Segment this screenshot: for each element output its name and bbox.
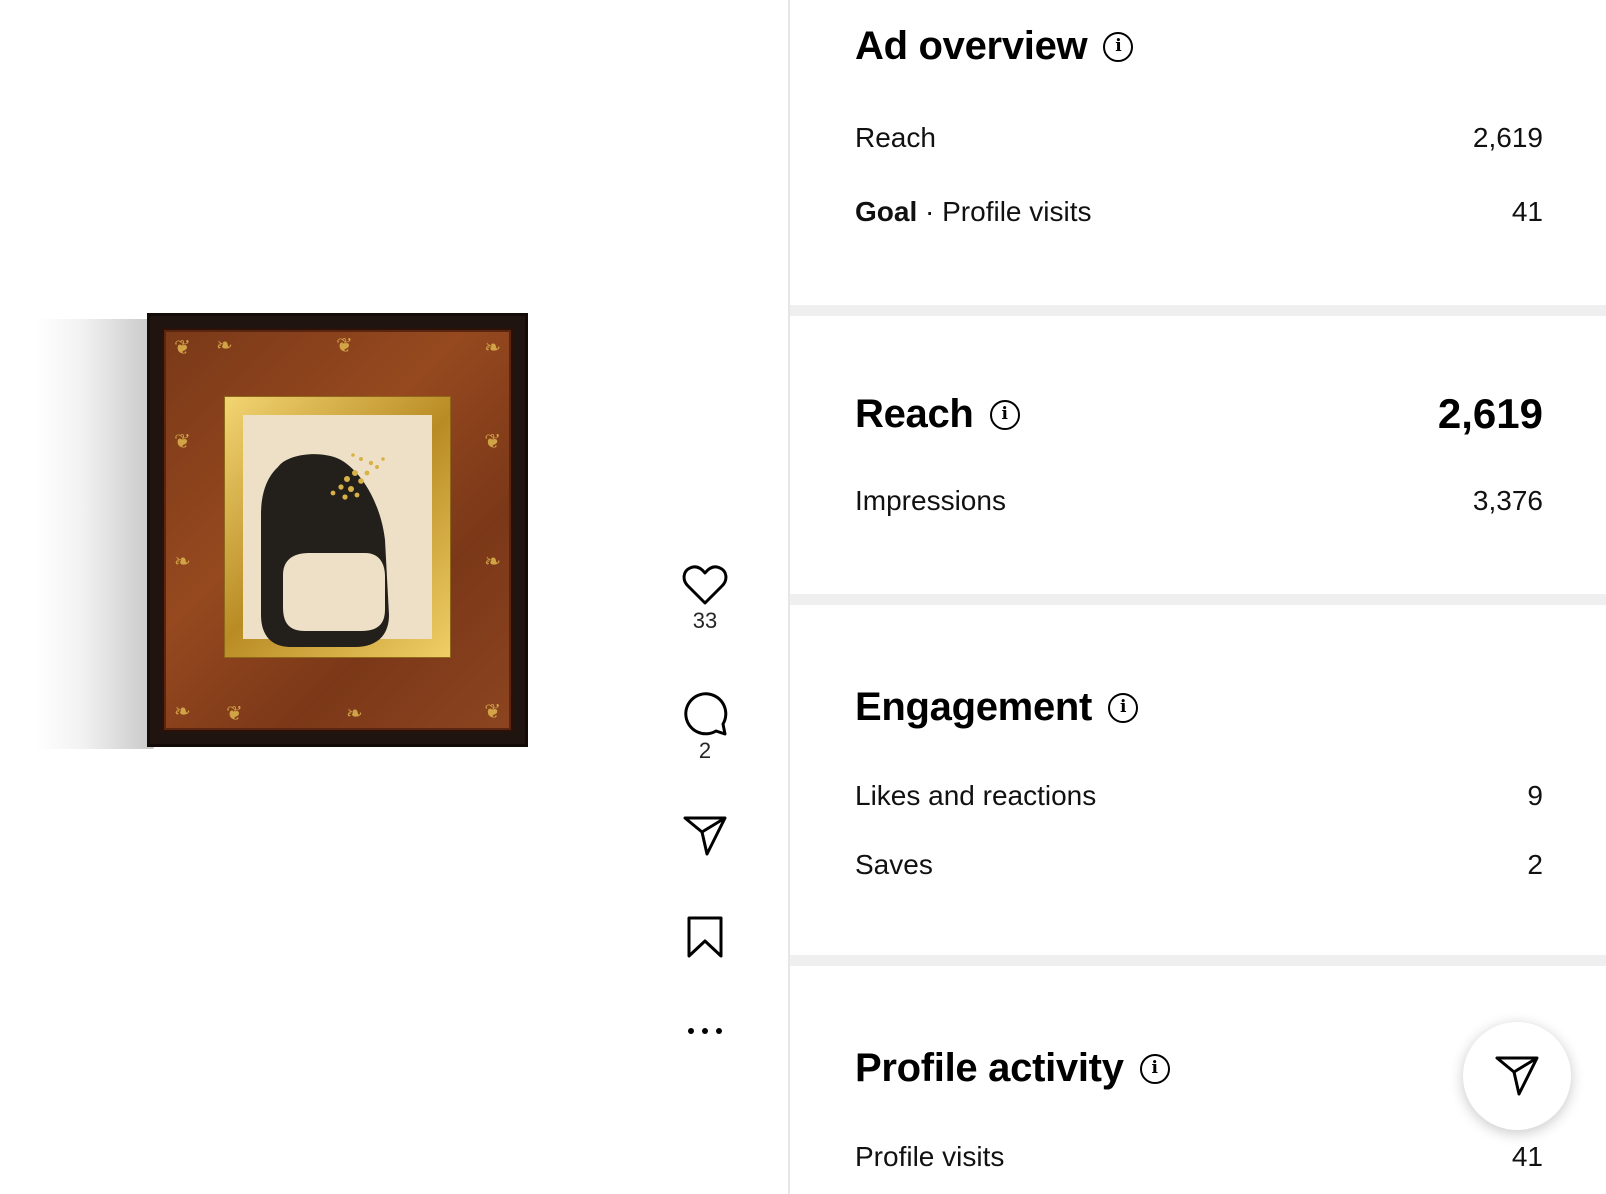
frame-ornament: ❦ — [174, 431, 191, 453]
ad-overview-section: Ad overview i Reach 2,619 Goal · Profile… — [790, 0, 1606, 305]
frame-ornament: ❦ — [484, 701, 501, 723]
frame-ornament: ❧ — [174, 701, 191, 723]
like-count: 33 — [692, 608, 718, 633]
comment-icon[interactable] — [660, 690, 750, 736]
goal-row: Goal · Profile visits 41 — [855, 196, 1543, 228]
section-title: Reach i — [855, 392, 1020, 437]
metric-value: 41 — [1511, 1141, 1543, 1172]
post-media-pane: ❦ ❧ ❦ ❧ ❦ ❧ ❦ ❧ ❧ ❦ ❧ ❦ 33 2 — [0, 0, 788, 1194]
metric-value: 2 — [1527, 849, 1543, 880]
section-divider — [790, 955, 1606, 966]
profile-visits-row: Profile visits 41 — [855, 1141, 1543, 1173]
paper-plane-icon — [1494, 1054, 1540, 1098]
post-image[interactable]: ❦ ❧ ❦ ❧ ❦ ❧ ❦ ❧ ❧ ❦ ❧ ❦ — [34, 313, 530, 751]
metric-value: 9 — [1527, 780, 1543, 811]
like-action[interactable]: 33 — [660, 564, 750, 634]
info-icon[interactable]: i — [1108, 692, 1139, 723]
frame-ornament: ❧ — [174, 551, 191, 573]
likes-row: Likes and reactions 9 — [855, 780, 1543, 812]
frame-wood-border: ❦ ❧ ❦ ❧ ❦ ❧ ❦ ❧ ❧ ❦ ❧ ❦ — [166, 332, 509, 728]
metric-value: 2,619 — [1472, 122, 1543, 153]
paper-plane-icon[interactable] — [660, 814, 750, 858]
more-icon[interactable] — [660, 1024, 750, 1038]
abstract-shape — [261, 453, 389, 647]
metric-value: 3,376 — [1472, 485, 1543, 516]
frame-ornament: ❦ — [336, 335, 353, 357]
saves-row: Saves 2 — [855, 849, 1543, 881]
share-action[interactable] — [660, 814, 750, 858]
metric-label: Impressions — [855, 485, 1006, 516]
metric-label: Reach — [855, 122, 936, 153]
info-icon[interactable]: i — [1139, 1053, 1170, 1084]
info-icon[interactable]: i — [989, 399, 1020, 430]
comment-action[interactable]: 2 — [660, 690, 750, 764]
metric-label: Likes and reactions — [855, 780, 1097, 811]
section-title: Engagement i — [855, 685, 1139, 730]
frame-ornament: ❧ — [216, 335, 233, 357]
engagement-section: Engagement i Likes and reactions 9 Saves… — [790, 605, 1606, 955]
artwork-canvas — [243, 415, 432, 647]
frame-ornament: ❦ — [484, 431, 501, 453]
comment-count: 2 — [698, 738, 712, 763]
impressions-row: Impressions 3,376 — [855, 485, 1543, 517]
section-divider — [790, 305, 1606, 316]
ad-insights-pane: Ad overview i Reach 2,619 Goal · Profile… — [790, 0, 1606, 1194]
bookmark-icon[interactable] — [660, 916, 750, 958]
info-icon[interactable]: i — [1103, 31, 1134, 62]
metric-label: Saves — [855, 849, 933, 880]
more-options-action[interactable] — [660, 1024, 750, 1038]
metric-value: 41 — [1511, 196, 1543, 227]
frame-ornament: ❧ — [484, 551, 501, 573]
section-title: Profile activity i — [855, 1046, 1170, 1091]
frame-ornament: ❦ — [226, 703, 243, 725]
frame-ornament: ❧ — [346, 703, 363, 725]
reach-section: Reach i 2,619 Impressions 3,376 — [790, 316, 1606, 594]
inner-gold-frame — [224, 396, 451, 658]
reach-row: Reach 2,619 — [855, 122, 1543, 154]
section-title: Ad overview i — [855, 24, 1134, 69]
frame-ornament: ❦ — [174, 337, 191, 359]
save-action[interactable] — [660, 916, 750, 958]
share-fab-button[interactable] — [1463, 1022, 1571, 1130]
image-shadow — [34, 319, 154, 749]
metric-label: Profile visits — [855, 1141, 1005, 1172]
frame-ornament: ❧ — [484, 337, 501, 359]
reach-total: 2,619 — [1437, 390, 1543, 437]
section-divider — [790, 594, 1606, 605]
picture-frame: ❦ ❧ ❦ ❧ ❦ ❧ ❦ ❧ ❧ ❦ ❧ ❦ — [147, 313, 528, 747]
heart-icon[interactable] — [660, 564, 750, 606]
goal-label: Goal · Profile visits — [855, 196, 1092, 227]
